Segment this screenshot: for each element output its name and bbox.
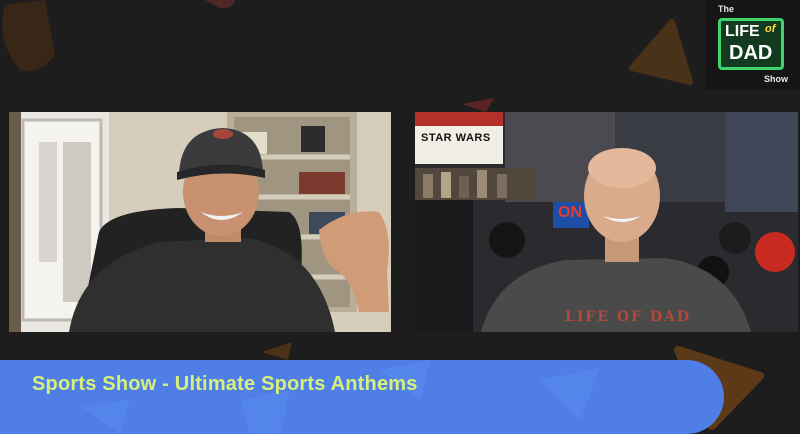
triangle-shape-top-center <box>205 0 235 9</box>
left-video-scene <box>9 112 391 332</box>
triangle-shape-top-left <box>2 0 55 71</box>
logo-the-text: The <box>718 4 735 14</box>
stream-canvas: The LIFE of DAD Show STAR WARS ON LIFE O… <box>0 0 800 434</box>
triangle-shape-right <box>629 19 693 85</box>
show-title: Sports Show - Ultimate Sports Anthems <box>32 373 418 395</box>
banner-pattern <box>80 360 600 434</box>
logo-neon-frame: LIFE of DAD <box>718 18 784 70</box>
right-video-scene <box>415 112 798 332</box>
poster-text: STAR WARS <box>421 132 491 144</box>
logo-dad-text: DAD <box>729 42 773 64</box>
triangle-shape-mid <box>262 342 292 360</box>
logo-of-text: of <box>765 23 776 35</box>
life-of-dad-logo: The LIFE of DAD Show <box>706 0 800 90</box>
right-video-feed: STAR WARS ON LIFE OF DAD <box>415 112 798 332</box>
left-video-feed <box>9 112 391 332</box>
on-sign-text: ON <box>558 204 582 221</box>
shirt-text: LIFE OF DAD <box>565 309 692 325</box>
triangle-shape-mid-red <box>462 98 494 112</box>
logo-show-text: Show <box>764 74 788 84</box>
lower-third-banner <box>0 360 724 434</box>
logo-life-text: LIFE <box>725 23 760 40</box>
